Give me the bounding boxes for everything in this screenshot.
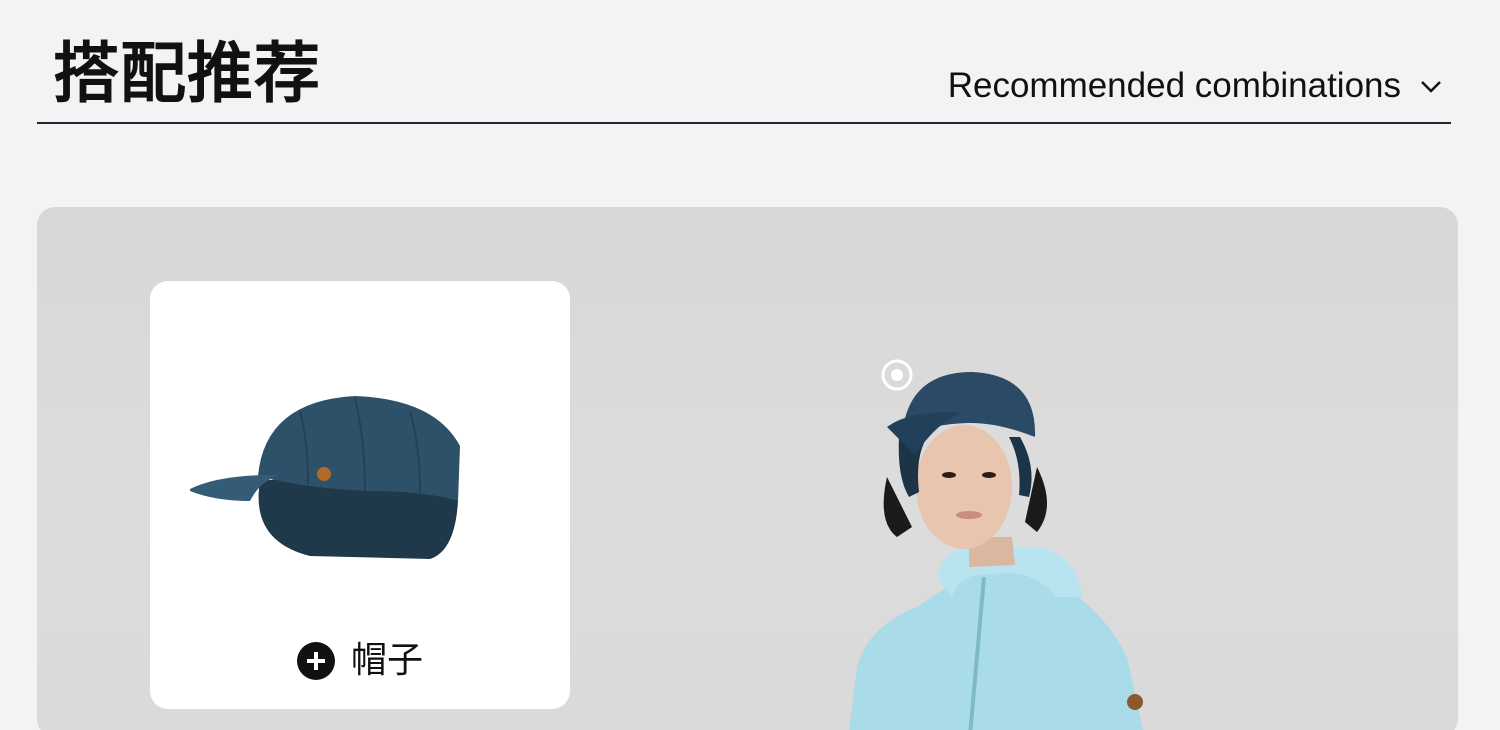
hotspot-target-icon[interactable]	[880, 358, 914, 392]
product-label: 帽子	[150, 641, 570, 681]
plus-circle-icon[interactable]	[296, 642, 335, 680]
model-photo	[849, 372, 1144, 730]
section-title: 搭配推荐	[53, 35, 321, 112]
combinations-dropdown[interactable]: Recommended combinations	[948, 66, 1443, 106]
product-name: 帽子	[350, 640, 423, 681]
cap-product-image	[190, 396, 460, 559]
chevron-down-icon	[1421, 81, 1441, 93]
outfit-hero-image: 帽子	[37, 207, 1458, 730]
dropdown-label: Recommended combinations	[947, 66, 1401, 105]
product-card-cap[interactable]: 帽子	[150, 281, 570, 709]
section-header: 搭配推荐 Recommended combinations	[37, 0, 1451, 124]
page: 搭配推荐 Recommended combinations 帽子	[0, 0, 1500, 730]
